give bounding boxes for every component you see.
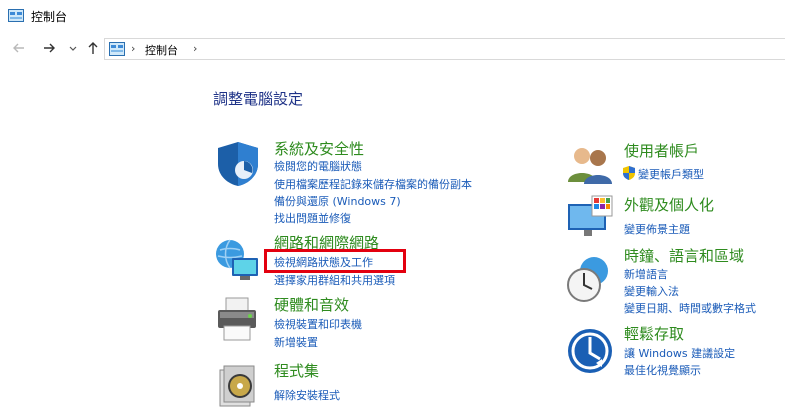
category-link[interactable]: 找出問題並修復 (274, 210, 351, 226)
category-title[interactable]: 時鐘、語言和區域 (624, 245, 744, 266)
users-icon[interactable] (566, 142, 614, 190)
uac-shield-icon (623, 166, 635, 180)
category-appearance-personalization: 外觀及個人化 變更佈景主題 (562, 194, 782, 238)
category-hardware-sound: 硬體和音效 檢視裝置和印表機 新增裝置 (212, 294, 502, 350)
clock-globe-icon[interactable] (566, 255, 614, 303)
arrow-right-icon[interactable] (40, 39, 58, 57)
category-link[interactable]: 檢閱您的電腦狀態 (274, 158, 362, 174)
category-link[interactable]: 讓 Windows 建議設定 (624, 345, 735, 361)
programs-disk-icon[interactable] (216, 362, 264, 410)
category-link[interactable]: 檢視裝置和印表機 (274, 316, 362, 332)
title-bar: 控制台 (0, 0, 785, 32)
category-title[interactable]: 系統及安全性 (274, 138, 364, 159)
category-link[interactable]: 使用檔案歷程記錄來儲存檔案的備份副本 (274, 176, 472, 192)
category-link[interactable]: 變更日期、時間或數字格式 (624, 300, 756, 316)
control-panel-icon (8, 9, 24, 22)
arrow-left-icon[interactable] (10, 39, 28, 57)
address-bar[interactable]: › 控制台 › (104, 38, 785, 60)
category-system-security: 系統及安全性 檢閱您的電腦狀態 使用檔案歷程記錄來儲存檔案的備份副本 備份與還原… (212, 138, 502, 228)
category-title[interactable]: 輕鬆存取 (624, 323, 684, 344)
window-title: 控制台 (31, 10, 68, 24)
category-title[interactable]: 程式集 (274, 360, 319, 381)
breadcrumb-separator-icon[interactable]: › (131, 42, 135, 55)
ease-of-access-icon[interactable] (566, 327, 614, 375)
category-programs: 程式集 解除安裝程式 (212, 360, 502, 410)
page-title: 調整電腦設定 (213, 90, 304, 108)
category-link[interactable]: 變更佈景主題 (624, 221, 690, 237)
display-personalize-icon[interactable] (566, 194, 614, 242)
printer-icon[interactable] (214, 296, 262, 344)
category-link[interactable]: 選擇家用群組和共用選項 (274, 272, 395, 288)
shield-icon[interactable] (214, 140, 262, 188)
highlight-annotation (264, 249, 406, 273)
category-title[interactable]: 使用者帳戶 (624, 140, 699, 161)
navigation-bar: › 控制台 › (0, 35, 785, 61)
category-ease-of-access: 輕鬆存取 讓 Windows 建議設定 最佳化視覺顯示 (562, 323, 782, 383)
category-user-accounts: 使用者帳戶 變更帳戶類型 (562, 140, 782, 184)
network-globe-icon[interactable] (214, 236, 262, 284)
control-panel-icon (109, 42, 125, 56)
breadcrumb-separator-icon[interactable]: › (193, 42, 197, 55)
category-link[interactable]: 新增裝置 (274, 334, 318, 350)
category-link[interactable]: 變更輸入法 (624, 283, 679, 299)
chevron-down-icon[interactable] (64, 39, 82, 57)
arrow-up-icon[interactable] (84, 39, 102, 57)
category-title[interactable]: 硬體和音效 (274, 294, 349, 315)
category-link[interactable]: 新增語言 (624, 266, 668, 282)
category-link[interactable]: 變更帳戶類型 (638, 166, 704, 182)
category-link[interactable]: 解除安裝程式 (274, 387, 340, 403)
breadcrumb-item[interactable]: 控制台 (145, 42, 178, 58)
category-clock-language-region: 時鐘、語言和區域 新增語言 變更輸入法 變更日期、時間或數字格式 (562, 245, 784, 317)
category-link[interactable]: 最佳化視覺顯示 (624, 362, 701, 378)
category-title[interactable]: 外觀及個人化 (624, 194, 714, 215)
category-link[interactable]: 備份與還原 (Windows 7) (274, 193, 401, 209)
